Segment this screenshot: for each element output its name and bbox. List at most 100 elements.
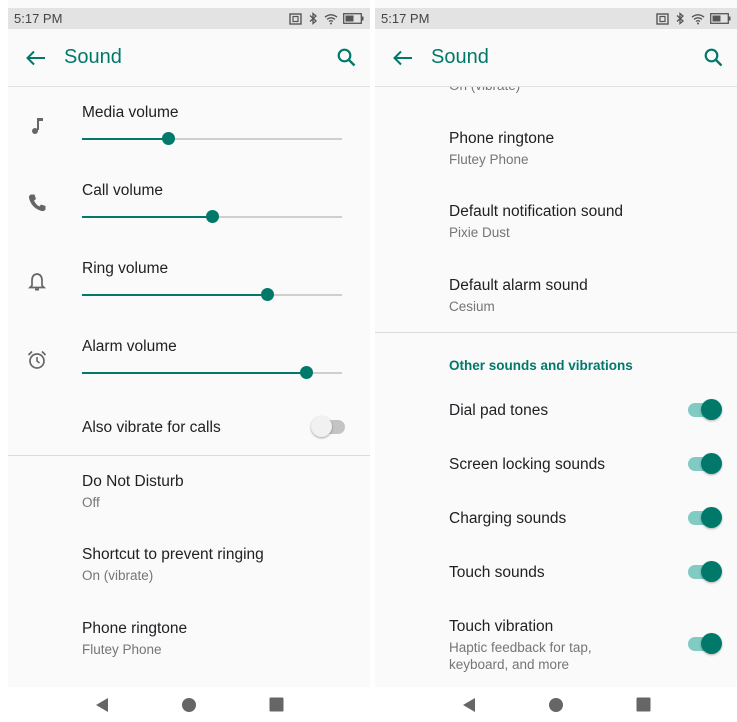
vibrate-for-calls-label: Also vibrate for calls — [82, 419, 221, 436]
page-title: Sound — [431, 46, 489, 68]
touch-vibration-label: Touch vibration — [449, 618, 554, 635]
prevent-ringing-summary: On (vibrate) — [82, 568, 154, 583]
back-button[interactable] — [375, 29, 431, 87]
notification-sound-item[interactable]: Default notification sound Pixie Dust — [375, 186, 737, 260]
alarm-sound-title: Default alarm sound — [449, 277, 588, 294]
square-recents-icon — [636, 697, 651, 712]
alarm-volume-slider[interactable] — [82, 366, 342, 380]
vibrate-for-calls-switch[interactable] — [311, 415, 347, 439]
call-volume-slider[interactable] — [82, 210, 342, 224]
touch-vibration-summary-line2: keyboard, and more — [449, 657, 570, 672]
app-bar: Sound — [8, 29, 370, 87]
bell-icon — [27, 273, 47, 291]
screen-locking-sounds-label: Screen locking sounds — [449, 456, 605, 473]
search-icon — [704, 48, 722, 67]
ring-volume-slider[interactable] — [82, 288, 342, 302]
touch-sounds-switch[interactable] — [686, 560, 722, 584]
touch-vibration-switch[interactable] — [686, 632, 722, 656]
touch-vibration-summary-line1: Haptic feedback for tap, — [449, 640, 592, 655]
alarm-clock-icon — [27, 350, 47, 369]
status-time: 5:17 PM — [381, 11, 430, 26]
battery-icon — [709, 13, 731, 25]
circle-home-icon — [181, 697, 196, 712]
alarm-sound-summary: Cesium — [449, 299, 495, 314]
dial-pad-tones-row[interactable]: Dial pad tones — [375, 388, 737, 442]
charging-sounds-row[interactable]: Charging sounds — [375, 496, 737, 550]
circle-home-icon — [548, 697, 563, 712]
touch-sounds-row[interactable]: Touch sounds — [375, 550, 737, 604]
ring-volume-row: Ring volume — [8, 244, 370, 322]
nav-home-button[interactable] — [179, 695, 199, 715]
music-note-icon — [32, 118, 43, 134]
vibrate-for-calls-row[interactable]: Also vibrate for calls — [8, 400, 370, 455]
square-recents-icon — [269, 697, 284, 712]
notification-sound-title: Default notification sound — [449, 203, 624, 220]
triangle-back-icon — [95, 697, 108, 712]
prevent-ringing-item[interactable]: Shortcut to prevent ringing On (vibrate) — [8, 529, 370, 603]
app-bar: Sound — [375, 29, 737, 87]
do-not-disturb-summary: Off — [82, 495, 100, 510]
wifi-icon — [691, 13, 705, 25]
search-icon — [337, 48, 355, 67]
back-button[interactable] — [8, 29, 64, 87]
alarm-volume-row: Alarm volume — [8, 322, 370, 400]
charging-sounds-label: Charging sounds — [449, 510, 567, 527]
phone-ringtone-item[interactable]: Phone ringtone Flutey Phone — [375, 113, 737, 186]
status-bar: 5:17 PM — [375, 8, 737, 29]
media-volume-label: Media volume — [82, 104, 179, 121]
phone-ringtone-summary: Flutey Phone — [82, 642, 162, 657]
notification-sound-summary: Pixie Dust — [449, 225, 510, 240]
slider-thumb[interactable] — [206, 210, 219, 223]
bluetooth-icon — [306, 12, 320, 25]
status-time: 5:17 PM — [14, 11, 63, 26]
screen-locking-sounds-switch[interactable] — [686, 452, 722, 476]
ring-volume-label: Ring volume — [82, 260, 169, 277]
phone-ringtone-summary: Flutey Phone — [449, 152, 529, 167]
media-volume-row: Media volume — [8, 88, 370, 166]
media-volume-slider[interactable] — [82, 132, 342, 146]
battery-icon — [342, 13, 364, 25]
do-not-disturb-title: Do Not Disturb — [82, 473, 184, 490]
prevent-ringing-title: Shortcut to prevent ringing — [82, 546, 264, 563]
nav-back-button[interactable] — [459, 695, 479, 715]
arrow-left-icon — [26, 50, 45, 65]
alarm-volume-label: Alarm volume — [82, 338, 177, 355]
search-button[interactable] — [322, 29, 370, 87]
call-volume-label: Call volume — [82, 182, 163, 199]
phone-ringtone-title: Phone ringtone — [449, 130, 555, 147]
touch-vibration-row[interactable]: Touch vibration Haptic feedback for tap,… — [375, 604, 737, 688]
status-bar: 5:17 PM — [8, 8, 370, 29]
phone-ringtone-title: Phone ringtone — [82, 620, 188, 637]
bluetooth-icon — [673, 12, 687, 25]
dial-pad-tones-switch[interactable] — [686, 398, 722, 422]
phone-ringtone-item[interactable]: Phone ringtone Flutey Phone — [8, 603, 370, 677]
left-screen: 5:17 PM Sound Media volume Call volume R… — [8, 0, 370, 722]
nfc-icon — [288, 12, 302, 25]
nav-back-button[interactable] — [92, 695, 112, 715]
arrow-left-icon — [393, 50, 412, 65]
nav-recents-button[interactable] — [266, 695, 286, 715]
phone-icon — [28, 194, 46, 212]
call-volume-row: Call volume — [8, 166, 370, 244]
charging-sounds-switch[interactable] — [686, 506, 722, 530]
navigation-bar — [375, 687, 737, 722]
nav-recents-button[interactable] — [633, 695, 653, 715]
nfc-icon — [655, 12, 669, 25]
wifi-icon — [324, 13, 338, 25]
page-title: Sound — [64, 46, 122, 68]
alarm-sound-item[interactable]: Default alarm sound Cesium — [375, 260, 737, 332]
slider-thumb[interactable] — [299, 366, 313, 379]
screen-locking-sounds-row[interactable]: Screen locking sounds — [375, 442, 737, 496]
dial-pad-tones-label: Dial pad tones — [449, 402, 549, 419]
slider-thumb[interactable] — [260, 288, 274, 301]
touch-sounds-label: Touch sounds — [449, 564, 545, 581]
do-not-disturb-item[interactable]: Do Not Disturb Off — [8, 456, 370, 529]
navigation-bar — [8, 687, 370, 722]
divider — [375, 332, 737, 333]
triangle-back-icon — [462, 697, 475, 712]
nav-home-button[interactable] — [546, 695, 566, 715]
right-screen: 5:17 PM On (vibrate) Phone ringtone Flut… — [375, 0, 737, 722]
search-button[interactable] — [689, 29, 737, 87]
section-header: Other sounds and vibrations — [449, 358, 633, 373]
slider-thumb[interactable] — [161, 132, 175, 145]
